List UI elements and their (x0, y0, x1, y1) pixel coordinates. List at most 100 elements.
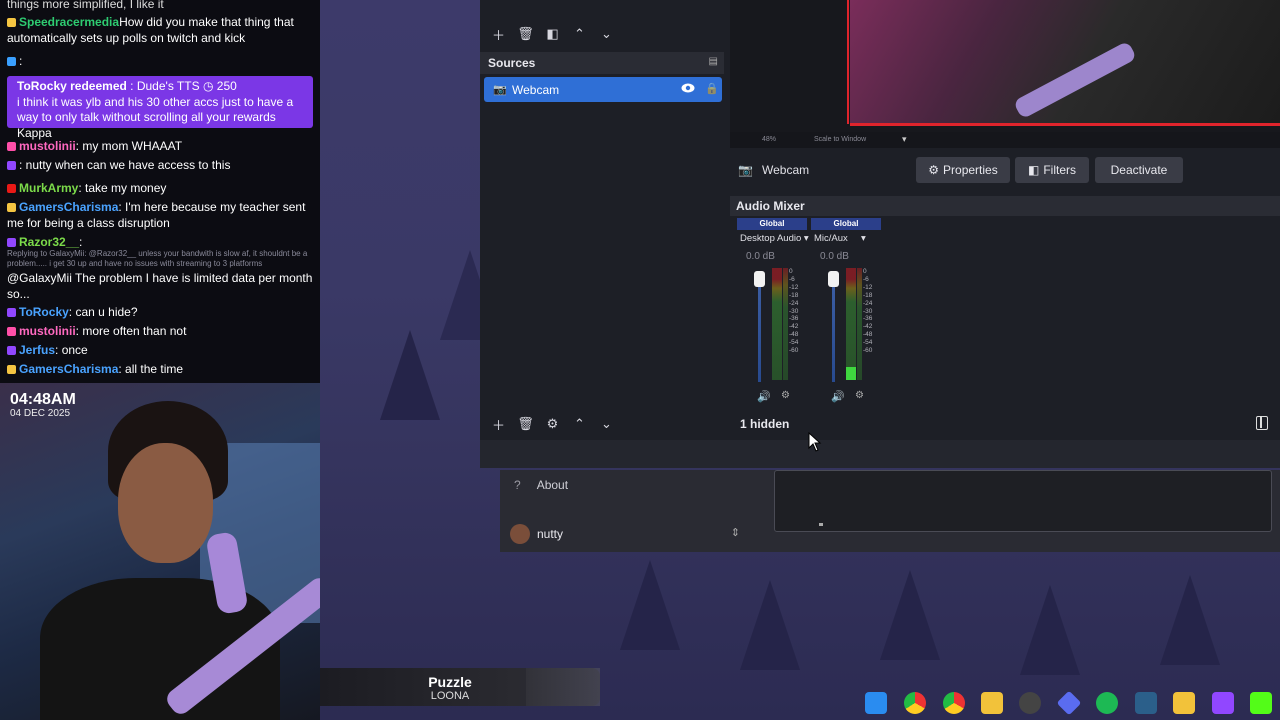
chat-message: mustolinii: more often than not (7, 324, 317, 340)
editor-icon[interactable] (1135, 692, 1157, 714)
about-item[interactable]: ? About (514, 478, 568, 492)
move-up-icon[interactable]: ⌃ (567, 24, 592, 44)
chevron-down-icon: ▾ (861, 233, 866, 244)
chat-username[interactable]: ToRocky (19, 305, 69, 319)
scale-mode[interactable]: Scale to Window (814, 136, 866, 143)
meter-tick: -54 (863, 339, 873, 347)
chat-message: GamersCharisma: all the time (7, 362, 317, 378)
deactivate-button[interactable]: Deactivate (1095, 157, 1183, 183)
user-switcher[interactable]: nutty ⇕ (508, 522, 740, 546)
meter-ticks: 0 -6 -12 -18 -24 -30 -36 -42 -48 -54 -60 (789, 268, 809, 355)
add-icon[interactable]: ＋ (486, 414, 511, 434)
channel-device[interactable]: Desktop Audio ▾ (740, 233, 809, 244)
audio-mixer-title: Audio Mixer (736, 199, 805, 213)
chat-username[interactable]: MurkArmy (19, 181, 78, 195)
kick-icon[interactable] (1250, 692, 1272, 714)
chat-username[interactable]: GamersCharisma (19, 200, 118, 214)
gear-icon: ⚙ (928, 163, 940, 177)
twitch-icon[interactable] (1212, 692, 1234, 714)
lock-icon[interactable]: 🔒 (705, 82, 719, 95)
clock-time: 04:48AM (10, 391, 76, 408)
context-source-name: Webcam (762, 163, 810, 177)
volume-slider-track[interactable] (758, 272, 761, 382)
channel-db: 0.0 dB (746, 251, 775, 262)
level-meter-peak (783, 268, 788, 380)
filter-icon: ◧ (1027, 163, 1040, 177)
settings-icon[interactable]: ⚙ (855, 390, 864, 401)
chat-username[interactable]: mustolinii (19, 324, 76, 338)
eye-icon[interactable] (681, 81, 695, 95)
settings-panel: ? About nutty ⇕ (500, 470, 1280, 552)
song-title: Puzzle (428, 674, 472, 690)
clock-date: 04 DEC 2025 (10, 408, 71, 419)
dock-menu-icon[interactable]: ▤ (709, 56, 718, 67)
obs-icon[interactable] (1019, 692, 1041, 714)
properties-button[interactable]: ⚙ Properties (916, 157, 1010, 183)
folder-icon[interactable] (981, 692, 1003, 714)
spotify-icon[interactable] (1096, 692, 1118, 714)
chat-username[interactable]: mustolinii (19, 139, 76, 153)
song-artist: LOONA (430, 690, 470, 702)
chat-overlay: things more simplified, I like it Speedr… (0, 0, 320, 383)
program-preview[interactable] (730, 0, 1280, 132)
bounding-box-edge (847, 0, 849, 124)
redeem-cost: 250 (216, 79, 237, 93)
move-down-icon[interactable]: ⌄ (594, 414, 619, 434)
about-label: About (536, 478, 569, 492)
meter-tick: -60 (789, 347, 799, 355)
tree-shape (1160, 575, 1220, 665)
tree-shape (380, 330, 440, 420)
channel-device[interactable]: Mic/Aux ▾ (814, 233, 866, 244)
chat-badge-icon (7, 184, 16, 193)
zoom-level: 48% (762, 136, 777, 143)
speaker-icon[interactable]: 🔊 (757, 390, 771, 403)
settings-icon[interactable]: ⚙ (781, 390, 790, 401)
notes-icon[interactable] (1173, 692, 1195, 714)
preview-image (850, 0, 1280, 126)
sources-toolbar: ＋ 🗑 ⚙ ⌃ ⌄ (480, 410, 724, 438)
chat-username[interactable]: Jerfus (19, 343, 55, 357)
app-icon[interactable] (1056, 690, 1082, 716)
meter-tick: -42 (863, 323, 873, 331)
chat-badge-icon (7, 18, 16, 27)
filter-icon[interactable]: ◧ (540, 24, 565, 44)
text-area[interactable] (774, 470, 1272, 532)
meter-tick: 0 (863, 268, 867, 275)
add-icon[interactable]: ＋ (486, 24, 511, 44)
speaker-icon[interactable]: 🔊 (831, 390, 845, 403)
chat-message: : nutty when can we have access to this (7, 158, 317, 174)
layout-toggle-icon[interactable] (1256, 416, 1268, 430)
source-item-webcam[interactable]: 📷 Webcam 🔒 (484, 77, 722, 102)
up-down-chevron-icon: ⇕ (730, 527, 740, 539)
move-up-icon[interactable]: ⌃ (567, 414, 592, 434)
points-icon: ◷ (202, 79, 214, 93)
filters-label: Filters (1043, 163, 1076, 177)
trash-icon[interactable]: 🗑 (513, 24, 538, 44)
avatar (510, 524, 530, 544)
move-down-icon[interactable]: ⌄ (594, 24, 619, 44)
filters-button[interactable]: ◧ Filters (1015, 157, 1089, 183)
source-name: Webcam (512, 83, 560, 97)
level-meter-fill (846, 367, 856, 380)
chat-message: MurkArmy: take my money (7, 181, 317, 197)
gear-icon[interactable]: ⚙ (540, 414, 565, 434)
volume-slider-track[interactable] (832, 272, 835, 382)
chevron-down-icon[interactable]: ▾ (902, 134, 907, 145)
trash-icon[interactable]: 🗑 (513, 414, 538, 434)
chat-username[interactable]: GamersCharisma (19, 362, 118, 376)
chat-badge-icon (7, 203, 16, 212)
volume-slider-handle[interactable] (754, 271, 765, 287)
chat-badge-icon (7, 238, 16, 247)
chrome-icon[interactable] (904, 692, 926, 714)
text-caret (819, 523, 823, 526)
redeem-card: ToRocky redeemed : Dude's TTS ◷ 250 i th… (7, 76, 313, 140)
chat-badge-icon (7, 308, 16, 317)
windows-start-icon[interactable] (865, 692, 887, 714)
hidden-count[interactable]: 1 hidden (740, 417, 789, 431)
chrome-icon[interactable] (943, 692, 965, 714)
chat-username[interactable]: Speedracermedia (19, 15, 119, 29)
level-meter-peak (857, 268, 862, 380)
volume-slider-handle[interactable] (828, 271, 839, 287)
chat-username[interactable]: Razor32__ (19, 235, 79, 249)
chat-text: : nutty when can we have access to this (19, 158, 231, 172)
